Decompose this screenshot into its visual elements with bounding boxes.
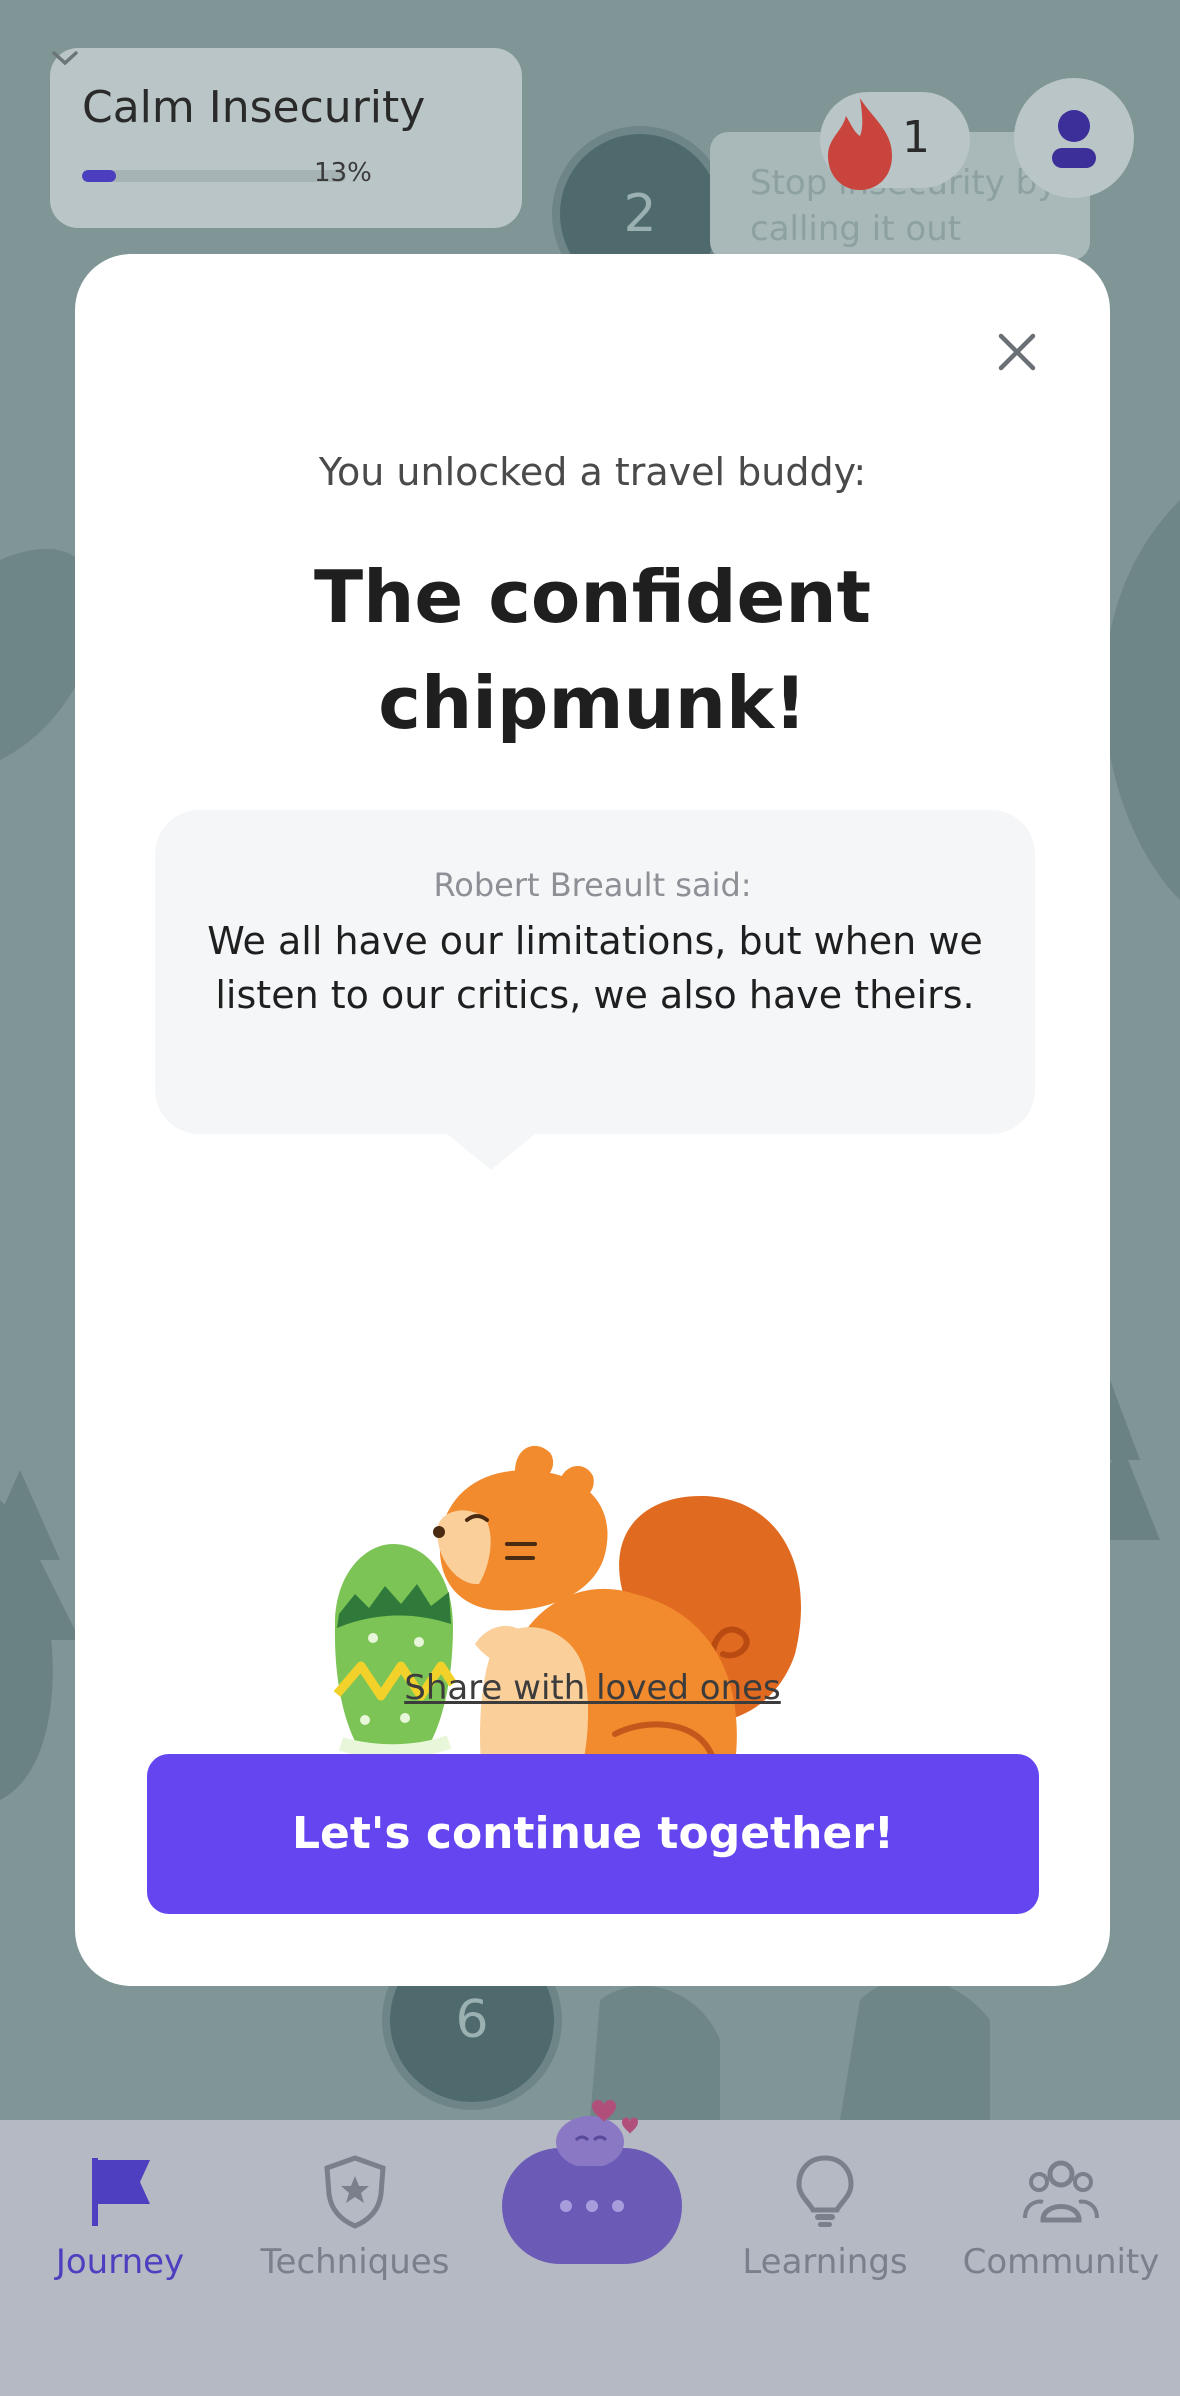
nav-journey[interactable]: Journey: [40, 2150, 200, 2282]
chat-button[interactable]: [502, 2100, 682, 2264]
user-icon: [1052, 110, 1096, 168]
quote-bubble-tail: [447, 1134, 535, 1170]
nav-community-label: Community: [962, 2242, 1160, 2282]
quote-text: We all have our limitations, but when we…: [207, 919, 983, 1017]
chevron-down-icon: [52, 51, 78, 66]
mascot-icon: [556, 2100, 638, 2166]
share-link[interactable]: Share with loved ones: [75, 1668, 1110, 1708]
shield-star-icon: [324, 2155, 386, 2229]
streak-count: 1: [902, 112, 930, 163]
modal-subtitle: You unlocked a travel buddy:: [318, 450, 867, 494]
flag-icon: [92, 2158, 150, 2226]
nav-techniques-label: Techniques: [260, 2242, 450, 2282]
nav-techniques[interactable]: Techniques: [250, 2150, 460, 2282]
nav-community[interactable]: Community: [956, 2150, 1166, 2282]
course-title: Calm Insecurity: [82, 82, 426, 133]
modal-title: The confident chipmunk!: [75, 544, 1110, 756]
journey-node-number: 6: [455, 1990, 489, 2050]
continue-button[interactable]: Let's continue together!: [147, 1754, 1039, 1914]
travel-buddy-modal: You unlocked a travel buddy: The confide…: [75, 254, 1110, 1986]
nav-learnings[interactable]: Learnings: [730, 2150, 920, 2282]
journey-node-number: 2: [623, 184, 657, 244]
course-selector[interactable]: Calm Insecurity 13%: [50, 48, 522, 228]
people-icon: [1023, 2160, 1099, 2223]
lightbulb-icon: [796, 2155, 854, 2227]
modal-title-line1: The confident: [313, 555, 872, 639]
quote-author: Robert Breault said:: [433, 866, 752, 904]
close-icon[interactable]: [981, 316, 1053, 388]
flame-icon: [828, 98, 892, 190]
course-progress-bar: [82, 170, 346, 182]
profile-button[interactable]: [1014, 78, 1134, 198]
course-progress-label: 13%: [314, 158, 372, 188]
nav-learnings-label: Learnings: [742, 2242, 908, 2282]
nav-journey-label: Journey: [55, 2242, 185, 2282]
modal-title-line2: chipmunk!: [378, 661, 807, 745]
streak-counter[interactable]: 1: [820, 92, 970, 190]
